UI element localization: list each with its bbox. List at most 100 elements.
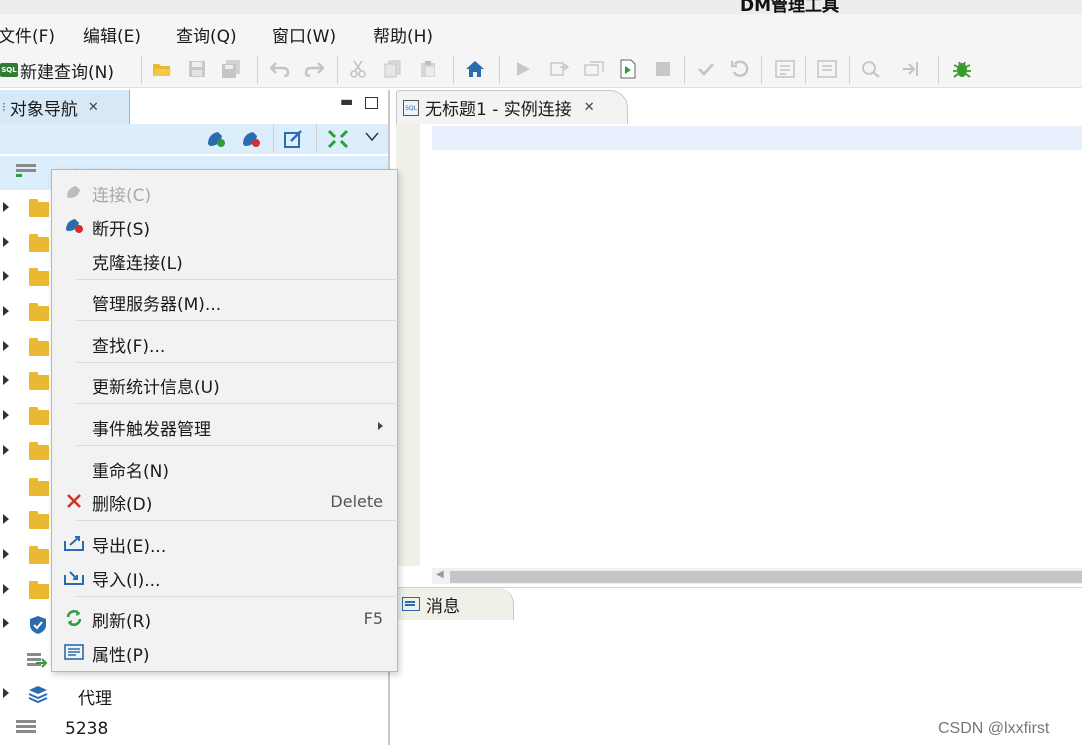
expand-all-icon[interactable]: [327, 128, 349, 150]
folder-icon: [29, 511, 49, 529]
folder-icon: [29, 372, 49, 390]
commit-icon[interactable]: [695, 58, 717, 80]
shield-icon: [28, 615, 48, 639]
expand-arrow-icon[interactable]: [3, 271, 9, 281]
expand-arrow-icon[interactable]: [3, 237, 9, 247]
disconnect-icon[interactable]: [240, 128, 262, 150]
redo-icon[interactable]: [303, 58, 325, 80]
toolbar-separator: [273, 124, 274, 152]
copy-icon[interactable]: [382, 58, 404, 80]
menu-item-find[interactable]: 查找(F)...: [52, 327, 397, 359]
toolbar-separator: [316, 124, 317, 152]
save-all-icon[interactable]: [220, 58, 242, 80]
edit-icon[interactable]: [282, 128, 304, 150]
menu-item-clone-connection[interactable]: 克隆连接(L): [52, 244, 397, 276]
scrollbar-thumb[interactable]: [450, 571, 1082, 583]
menu-edit[interactable]: 编辑(E): [83, 22, 141, 47]
scroll-left-icon[interactable]: ◀: [436, 569, 444, 580]
line-gutter: [396, 124, 420, 566]
menu-item-refresh[interactable]: 刷新(R) F5: [52, 602, 397, 634]
tab-object-navigator[interactable]: ⁝ 对象导航 ✕: [0, 90, 130, 124]
close-icon[interactable]: ✕: [584, 100, 595, 115]
expand-arrow-icon[interactable]: [3, 688, 9, 698]
tree-item-agent[interactable]: 代理: [0, 677, 388, 711]
sql-editor[interactable]: [432, 126, 1082, 150]
bug-icon[interactable]: [951, 58, 973, 80]
debug-step-icon[interactable]: [816, 58, 838, 80]
menu-item-connect[interactable]: 连接(C): [52, 176, 397, 208]
window-title: DM管理工具: [740, 0, 840, 14]
menu-item-disconnect[interactable]: 断开(S): [52, 210, 397, 242]
toolbar-separator: [761, 56, 762, 84]
expand-arrow-icon[interactable]: [3, 445, 9, 455]
connect-icon[interactable]: [205, 128, 227, 150]
stop-icon[interactable]: [652, 58, 674, 80]
open-folder-icon[interactable]: [151, 58, 173, 80]
expand-arrow-icon[interactable]: [3, 202, 9, 212]
server-icon: [16, 720, 36, 738]
delete-icon: [64, 491, 84, 511]
toolbar-separator: [337, 56, 338, 84]
save-icon[interactable]: [186, 58, 208, 80]
undo-icon[interactable]: [269, 58, 291, 80]
menu-separator: [76, 362, 398, 363]
rollback-icon[interactable]: [729, 58, 751, 80]
run-to-icon[interactable]: [901, 58, 923, 80]
execute-step-icon[interactable]: [548, 58, 570, 80]
menu-help[interactable]: 帮助(H): [373, 22, 433, 47]
menu-item-label: 事件触发器管理: [92, 420, 211, 440]
menu-separator: [76, 279, 398, 280]
home-icon[interactable]: [464, 58, 486, 80]
minimize-icon[interactable]: ▬: [340, 94, 353, 110]
layers-icon: [28, 684, 48, 708]
close-icon[interactable]: ✕: [88, 100, 99, 115]
sql-file-icon: SQL: [403, 99, 419, 116]
horizontal-scrollbar[interactable]: ◀: [432, 568, 1082, 584]
menu-file[interactable]: 文件(F): [0, 22, 55, 47]
tree-item-instance-2[interactable]: 5238: [0, 712, 388, 746]
expand-arrow-icon[interactable]: [3, 306, 9, 316]
expand-arrow-icon[interactable]: [3, 375, 9, 385]
paste-icon[interactable]: [417, 58, 439, 80]
menu-item-properties[interactable]: 属性(P): [52, 636, 397, 668]
menu-item-label: 更新统计信息(U): [92, 378, 220, 398]
expand-arrow-icon[interactable]: [3, 618, 9, 628]
menu-item-update-statistics[interactable]: 更新统计信息(U): [52, 368, 397, 400]
view-menu-icon[interactable]: [361, 126, 383, 148]
menu-item-event-trigger-management[interactable]: 事件触发器管理: [52, 410, 397, 442]
explain-icon[interactable]: [583, 58, 605, 80]
folder-icon: [29, 407, 49, 425]
folder-icon: [29, 478, 49, 496]
new-query-label: 新建查询(N): [20, 62, 114, 83]
execute-icon[interactable]: [512, 58, 534, 80]
menu-item-delete[interactable]: 删除(D) Delete: [52, 485, 397, 517]
debug-start-icon[interactable]: [774, 58, 796, 80]
export-icon: [64, 533, 84, 553]
script-icon[interactable]: [617, 58, 639, 80]
menu-window[interactable]: 窗口(W): [272, 22, 336, 47]
folder-icon: [29, 199, 49, 217]
expand-arrow-icon[interactable]: [3, 514, 9, 524]
expand-arrow-icon[interactable]: [3, 410, 9, 420]
tab-editor[interactable]: SQL 无标题1 - 实例连接 ✕: [396, 90, 628, 124]
menu-item-label: 查找(F)...: [92, 337, 166, 357]
menu-item-export[interactable]: 导出(E)...: [52, 527, 397, 559]
expand-arrow-icon[interactable]: [3, 549, 9, 559]
menu-item-import[interactable]: 导入(I)...: [52, 561, 397, 593]
menu-item-manage-server[interactable]: 管理服务器(M)...: [52, 285, 397, 317]
submenu-arrow-icon: [378, 422, 383, 430]
menu-query[interactable]: 查询(Q): [176, 22, 237, 47]
tab-messages[interactable]: 消息: [396, 588, 514, 620]
menu-item-rename[interactable]: 重命名(N): [52, 452, 397, 484]
expand-arrow-icon[interactable]: [3, 584, 9, 594]
messages-tab-label: 消息: [426, 596, 460, 617]
menu-item-label: 连接(C): [92, 186, 152, 206]
menu-item-label: 重命名(N): [92, 462, 169, 482]
maximize-icon[interactable]: [365, 97, 378, 109]
menu-separator: [76, 596, 398, 597]
expand-arrow-icon[interactable]: [3, 341, 9, 351]
cut-icon[interactable]: [347, 58, 369, 80]
new-query-button[interactable]: SQL 新建查询(N): [0, 58, 114, 83]
find-icon[interactable]: [860, 58, 882, 80]
tree-label-instance-2: 5238: [65, 719, 109, 739]
